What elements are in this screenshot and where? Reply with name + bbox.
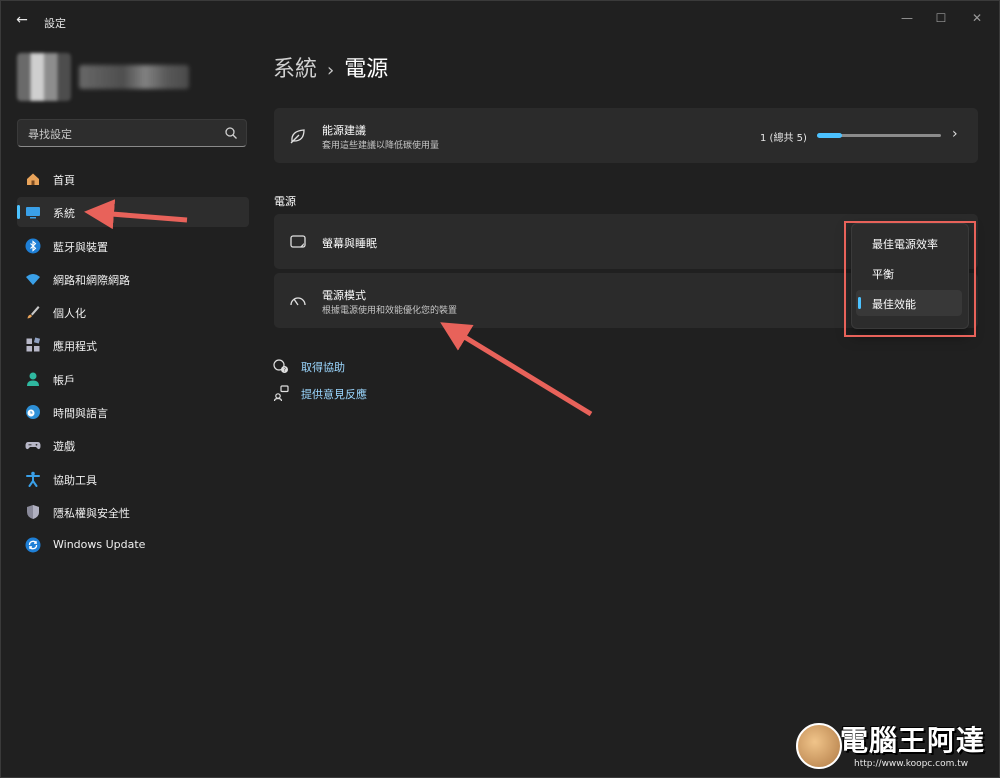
annotation-arrows (84, 199, 593, 417)
watermark-mascot-icon (796, 723, 842, 769)
watermark-title: 電腦王阿達 (840, 724, 986, 757)
annotation-arrow-power-mode (440, 322, 593, 417)
watermark-logo: 電腦王阿達 http://www.koopc.com.tw (796, 715, 996, 775)
settings-window: ← 設定 — ☐ ✕ 首頁 系統 (0, 0, 1000, 778)
annotation-arrow-system (84, 199, 188, 230)
watermark-url: http://www.koopc.com.tw (854, 759, 969, 769)
